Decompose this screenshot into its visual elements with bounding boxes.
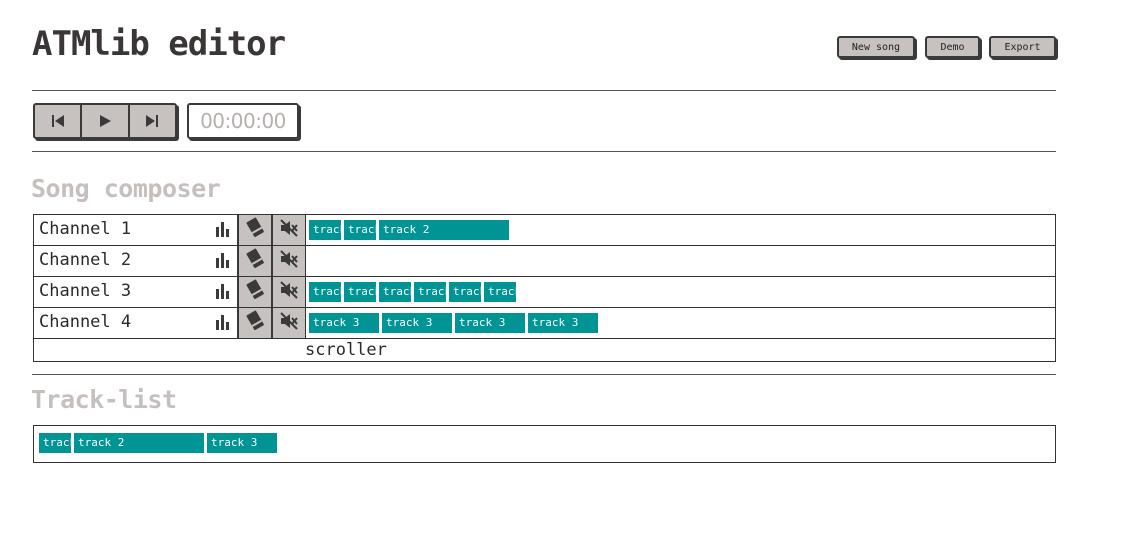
play-button[interactable] xyxy=(82,105,130,137)
track-chip[interactable]: track 1 xyxy=(309,220,341,240)
track-list-title: Track-list xyxy=(31,385,177,414)
channel-tracks[interactable] xyxy=(305,246,1055,276)
track-chip[interactable]: track 1 xyxy=(344,282,376,302)
track-list: track 1track 2track 3 xyxy=(33,425,1056,463)
channel-tracks[interactable]: track 1track 1track 2 xyxy=(305,215,1055,245)
equalizer-icon[interactable] xyxy=(214,252,232,268)
eraser-button[interactable] xyxy=(237,308,271,338)
demo-button[interactable]: Demo xyxy=(925,36,980,58)
new-song-button[interactable]: New song xyxy=(837,36,915,58)
track-chip[interactable]: track 2 xyxy=(379,220,509,240)
mute-icon xyxy=(279,280,299,304)
track-chip[interactable]: track 1 xyxy=(484,282,516,302)
channel-row: Channel 3track 1track 1track 1track 1tra… xyxy=(34,277,1055,308)
channel-row: Channel 4 track 3 track 3 track 3 track 3 xyxy=(34,308,1055,339)
channel-name: Channel 4 xyxy=(39,312,132,332)
transport-controls xyxy=(33,103,177,139)
equalizer-icon[interactable] xyxy=(214,283,232,299)
time-display: 00:00:00 xyxy=(187,103,299,139)
eraser-button[interactable] xyxy=(237,215,271,245)
track-chip[interactable]: track 1 xyxy=(379,282,411,302)
skip-forward-button[interactable] xyxy=(130,105,175,137)
song-composer: Channel 1track 1track 1track 2Channel 2C… xyxy=(33,214,1056,362)
play-icon xyxy=(99,115,111,127)
track-chip[interactable]: track 1 xyxy=(344,220,376,240)
eraser-icon xyxy=(244,279,266,305)
channel-name: Channel 3 xyxy=(39,281,132,301)
mute-button[interactable] xyxy=(271,277,305,307)
equalizer-icon[interactable] xyxy=(214,221,232,237)
track-chip[interactable]: track 3 xyxy=(455,313,525,333)
divider xyxy=(32,90,1056,91)
mute-button[interactable] xyxy=(271,246,305,276)
track-chip[interactable]: track 1 xyxy=(414,282,446,302)
eraser-icon xyxy=(244,310,266,336)
eraser-icon xyxy=(244,248,266,274)
channel-name: Channel 1 xyxy=(39,219,132,239)
skip-forward-icon xyxy=(146,115,159,127)
track-chip[interactable]: track 3 xyxy=(207,433,277,453)
track-chip[interactable]: track 1 xyxy=(449,282,481,302)
mute-button[interactable] xyxy=(271,215,305,245)
track-chip[interactable]: track 3 xyxy=(382,313,452,333)
divider xyxy=(32,374,1056,375)
eraser-button[interactable] xyxy=(237,277,271,307)
scroller[interactable]: scroller xyxy=(305,339,387,361)
channel-tracks[interactable]: track 1track 1track 1track 1track 1track… xyxy=(305,277,1055,307)
eraser-button[interactable] xyxy=(237,246,271,276)
track-chip[interactable]: track 1 xyxy=(309,282,341,302)
track-chip[interactable]: track 3 xyxy=(528,313,598,333)
channel-name: Channel 2 xyxy=(39,250,132,270)
mute-icon xyxy=(279,311,299,335)
track-chip[interactable]: track 1 xyxy=(39,433,71,453)
song-composer-title: Song composer xyxy=(31,174,221,203)
export-button[interactable]: Export xyxy=(989,36,1056,58)
mute-button[interactable] xyxy=(271,308,305,338)
track-chip[interactable]: track 3 xyxy=(309,313,379,333)
mute-icon xyxy=(279,218,299,242)
track-chip[interactable]: track 2 xyxy=(74,433,204,453)
skip-back-icon xyxy=(51,115,64,127)
equalizer-icon[interactable] xyxy=(214,314,232,330)
channel-row: Channel 1track 1track 1track 2 xyxy=(34,215,1055,246)
mute-icon xyxy=(279,249,299,273)
app-title: ATMlib editor xyxy=(32,24,286,64)
divider xyxy=(32,151,1056,152)
channel-tracks[interactable]: track 3 track 3 track 3 track 3 xyxy=(305,308,1055,338)
skip-back-button[interactable] xyxy=(35,105,83,137)
eraser-icon xyxy=(244,217,266,243)
channel-row: Channel 2 xyxy=(34,246,1055,277)
